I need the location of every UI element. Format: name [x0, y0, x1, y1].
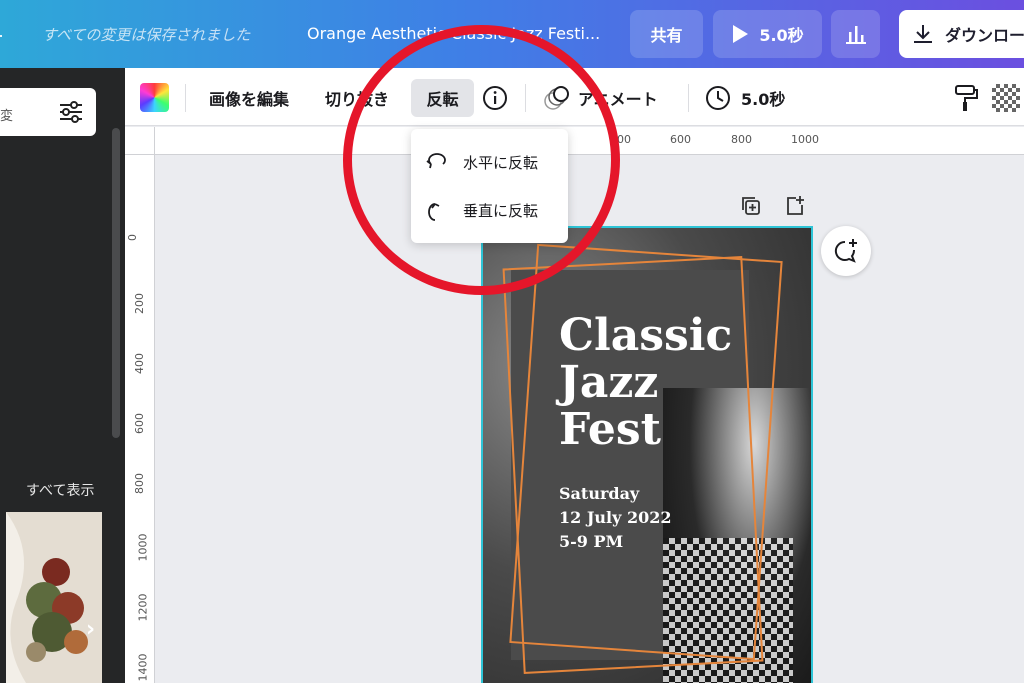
- toolbar-divider: [185, 84, 186, 112]
- poster-title-line: Fest: [559, 404, 661, 455]
- copy-style-button[interactable]: [953, 79, 979, 117]
- ruler-tick-label: 200: [133, 293, 146, 314]
- ruler-tick-label: 600: [670, 133, 691, 146]
- download-icon: [914, 25, 932, 43]
- floral-image: [6, 512, 102, 683]
- ruler-tick-label: 400: [610, 133, 631, 146]
- duration-button[interactable]: 5.0秒: [705, 79, 785, 117]
- thumbnail-next-arrow[interactable]: ›: [86, 617, 95, 642]
- poster-title-line: Jazz: [559, 357, 659, 408]
- duration-label: 5.0秒: [741, 90, 786, 109]
- flip-label: 反転: [426, 90, 459, 109]
- transparency-icon[interactable]: [992, 84, 1020, 112]
- sliders-icon[interactable]: [58, 100, 84, 124]
- duplicate-page-icon[interactable]: [740, 195, 762, 217]
- ruler-tick-label: 0: [126, 234, 139, 241]
- play-duration-label: 5.0秒: [759, 26, 804, 45]
- search-input[interactable]: 変: [0, 88, 96, 136]
- ruler-tick-label: 800: [731, 133, 752, 146]
- ruler-tick-label: 1200: [136, 593, 150, 622]
- menu-edge-icon[interactable]: [0, 27, 2, 37]
- autosave-status: すべての変更は保存されました: [42, 26, 251, 44]
- flip-horizontal-label: 水平に反転: [463, 153, 539, 172]
- poster-title[interactable]: Classic Jazz Fest: [559, 312, 732, 453]
- poster-day[interactable]: Saturday: [559, 484, 639, 503]
- ruler-left: 0 200 400 600 800 1000 1200 1400: [125, 155, 155, 683]
- top-bar: すべての変更は保存されました Orange Aesthetic Classic …: [0, 0, 1024, 68]
- flip-vertical-icon: [428, 203, 440, 221]
- image-thumbnail[interactable]: [6, 512, 102, 683]
- flip-vertical-option[interactable]: 垂直に反転: [425, 193, 538, 227]
- animate-label: アニメート: [578, 90, 658, 109]
- poster-title-line: Classic: [559, 310, 733, 361]
- toolbar-divider: [525, 84, 526, 112]
- poster-time[interactable]: 5-9 PM: [559, 532, 623, 551]
- ruler-tick-label: 400: [133, 353, 146, 374]
- color-swatch-button[interactable]: [140, 83, 169, 112]
- toolbar-divider: [688, 84, 689, 112]
- comment-add-icon: [834, 239, 857, 263]
- bar-chart-icon: [845, 26, 866, 44]
- add-page-icon[interactable]: [784, 195, 806, 217]
- ruler-corner: [125, 127, 155, 155]
- edit-image-button[interactable]: 画像を編集: [209, 79, 289, 117]
- download-label: ダウンロー: [945, 26, 1024, 45]
- play-button[interactable]: 5.0秒: [713, 10, 822, 58]
- panel-scrollbar[interactable]: [112, 128, 120, 438]
- design-page[interactable]: Classic Jazz Fest Saturday 12 July 2022 …: [481, 226, 813, 683]
- see-all-link[interactable]: すべて表示: [26, 480, 94, 500]
- poster-date[interactable]: 12 July 2022: [559, 508, 672, 527]
- crop-button[interactable]: 切り抜き: [325, 79, 389, 117]
- page-actions: [740, 195, 806, 217]
- document-title[interactable]: Orange Aesthetic Classic Jazz Festi...: [307, 24, 600, 43]
- flip-horizontal-icon: [426, 153, 446, 169]
- download-button[interactable]: ダウンロー: [899, 10, 1024, 58]
- clock-icon: [706, 86, 730, 110]
- flip-horizontal-option[interactable]: 水平に反転: [425, 145, 538, 179]
- flip-dropdown: 水平に反転 垂直に反転: [411, 129, 568, 243]
- search-text-fragment: 変: [0, 109, 14, 124]
- editor-root: すべての変更は保存されました Orange Aesthetic Classic …: [0, 0, 1024, 683]
- ruler-tick-label: 1000: [136, 533, 150, 562]
- flip-vertical-label: 垂直に反転: [463, 201, 539, 220]
- ruler-tick-label: 1400: [136, 653, 150, 682]
- insights-button[interactable]: [831, 10, 880, 58]
- paint-roller-icon: [955, 85, 978, 111]
- animate-button[interactable]: アニメート: [542, 79, 658, 117]
- flip-button[interactable]: 反転: [411, 79, 474, 117]
- info-icon: [483, 86, 507, 110]
- ruler-tick-label: 800: [133, 473, 146, 494]
- context-toolbar: 画像を編集 切り抜き 反転 アニメート 5.0秒: [125, 68, 1024, 126]
- add-comment-button[interactable]: [821, 226, 871, 276]
- animate-icon: [544, 86, 569, 110]
- side-panel: 変 すべて表示 ›: [0, 68, 125, 683]
- ruler-top: 400 600 800 1000: [155, 127, 1024, 155]
- share-button[interactable]: 共有: [630, 10, 703, 58]
- info-button[interactable]: [482, 79, 508, 117]
- ruler-tick-label: 1000: [791, 133, 819, 146]
- share-label: 共有: [650, 26, 683, 45]
- ruler-tick-label: 600: [133, 413, 146, 434]
- play-icon: [733, 25, 749, 43]
